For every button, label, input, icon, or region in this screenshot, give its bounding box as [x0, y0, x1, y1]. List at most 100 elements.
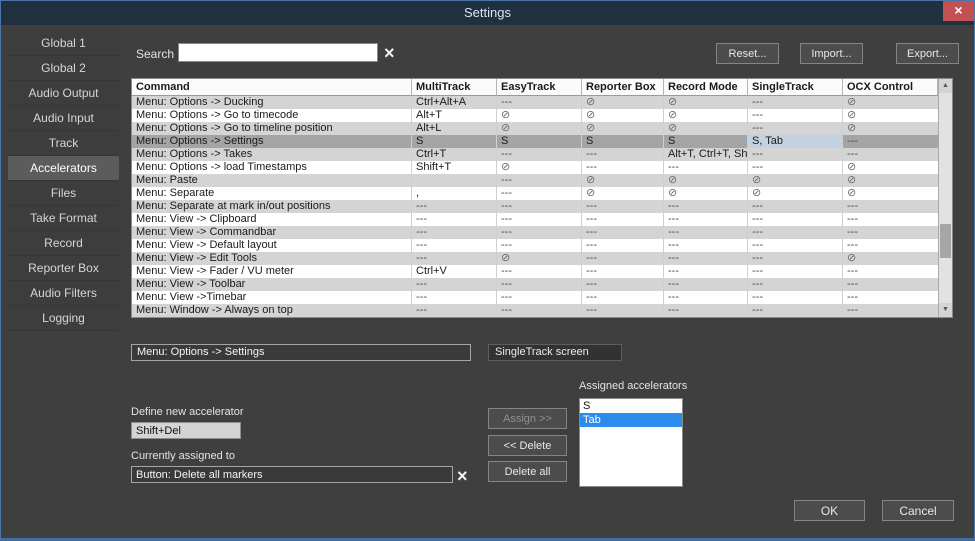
accelerator-cell[interactable]: ---	[412, 304, 497, 317]
assigned-accelerator-item[interactable]: Tab	[580, 413, 682, 427]
accelerator-cell[interactable]: S	[582, 135, 664, 148]
accelerator-cell[interactable]: ⊘	[582, 174, 664, 187]
reset-button[interactable]: Reset...	[716, 43, 779, 64]
delete-accelerator-button[interactable]: << Delete	[488, 435, 567, 456]
accelerator-cell[interactable]: ---	[843, 213, 938, 226]
command-cell[interactable]: Menu: View -> Toolbar	[132, 278, 412, 291]
accelerator-cell[interactable]: ⊘	[497, 109, 582, 122]
command-cell[interactable]: Menu: Options -> Go to timeline position	[132, 122, 412, 135]
accelerator-cell[interactable]: ---	[748, 122, 843, 135]
accelerator-cell[interactable]: Ctrl+V	[412, 265, 497, 278]
accelerator-cell[interactable]: ⊘	[497, 161, 582, 174]
accelerator-cell[interactable]: S, Tab	[748, 135, 843, 148]
accelerator-cell[interactable]: ---	[664, 252, 748, 265]
accelerator-cell[interactable]: ---	[748, 200, 843, 213]
accelerator-cell[interactable]: Alt+T, Ctrl+T, Shi	[664, 148, 748, 161]
accelerator-cell[interactable]: ---	[748, 96, 843, 109]
accelerator-cell[interactable]: ---	[748, 291, 843, 304]
accelerator-cell[interactable]: ---	[582, 148, 664, 161]
accelerator-cell[interactable]: ⊘	[748, 187, 843, 200]
accelerator-cell[interactable]: ⊘	[843, 252, 938, 265]
assigned-accelerator-item[interactable]: S	[580, 399, 682, 413]
accelerator-cell[interactable]: ---	[497, 278, 582, 291]
accelerator-cell[interactable]: ---	[748, 265, 843, 278]
accelerator-cell[interactable]: ---	[497, 174, 582, 187]
accelerator-cell[interactable]: ---	[582, 161, 664, 174]
command-cell[interactable]: Menu: Options -> Settings	[132, 135, 412, 148]
accelerator-cell[interactable]: ---	[497, 200, 582, 213]
accelerator-cell[interactable]: Alt+L	[412, 122, 497, 135]
command-cell[interactable]: Menu: Options -> load Timestamps	[132, 161, 412, 174]
table-row[interactable]: Menu: View -> Clipboard-----------------…	[132, 213, 938, 226]
accelerator-cell[interactable]: ⊘	[582, 96, 664, 109]
accelerator-cell[interactable]: ---	[664, 278, 748, 291]
accelerator-cell[interactable]: ---	[497, 291, 582, 304]
column-header-multitrack[interactable]: MultiTrack	[412, 79, 497, 96]
close-button[interactable]: ×	[943, 1, 974, 21]
table-row[interactable]: Menu: View -> Toolbar------------------	[132, 278, 938, 291]
column-header-singletrack[interactable]: SingleTrack	[748, 79, 843, 96]
accelerator-cell[interactable]: ⊘	[582, 122, 664, 135]
accelerator-cell[interactable]: ---	[843, 239, 938, 252]
accelerator-cell[interactable]: ---	[497, 265, 582, 278]
sidebar-item-audio-filters[interactable]: Audio Filters	[8, 281, 119, 306]
accelerator-cell[interactable]: ⊘	[843, 96, 938, 109]
table-row[interactable]: Menu: View -> Commandbar----------------…	[132, 226, 938, 239]
accelerator-cell[interactable]: ---	[497, 187, 582, 200]
command-cell[interactable]: Menu: View -> Clipboard	[132, 213, 412, 226]
column-header-ocx-control[interactable]: OCX Control	[843, 79, 938, 96]
sidebar-item-audio-output[interactable]: Audio Output	[8, 81, 119, 106]
accelerator-cell[interactable]: S	[412, 135, 497, 148]
accelerator-cell[interactable]: ---	[664, 200, 748, 213]
column-header-easytrack[interactable]: EasyTrack	[497, 79, 582, 96]
scroll-down-icon[interactable]: ▼	[939, 303, 952, 317]
table-row[interactable]: Menu: Separate,---⊘⊘⊘⊘	[132, 187, 938, 200]
accelerator-cell[interactable]: ---	[582, 213, 664, 226]
command-cell[interactable]: Menu: View -> Default layout	[132, 239, 412, 252]
ok-button[interactable]: OK	[794, 500, 865, 521]
command-cell[interactable]: Menu: View -> Fader / VU meter	[132, 265, 412, 278]
command-cell[interactable]: Menu: View ->Timebar	[132, 291, 412, 304]
accelerator-cell[interactable]: ---	[412, 239, 497, 252]
accelerator-cell[interactable]: ⊘	[664, 109, 748, 122]
command-cell[interactable]: Menu: Options -> Go to timecode	[132, 109, 412, 122]
accelerator-cell[interactable]: ---	[582, 291, 664, 304]
accelerator-cell[interactable]: ---	[582, 304, 664, 317]
table-row[interactable]: Menu: Separate at mark in/out positions-…	[132, 200, 938, 213]
table-row[interactable]: Menu: View ->Timebar------------------	[132, 291, 938, 304]
accelerator-cell[interactable]: ---	[412, 226, 497, 239]
accelerator-cell[interactable]: ---	[497, 239, 582, 252]
table-row[interactable]: Menu: Options -> Go to timeline position…	[132, 122, 938, 135]
accelerator-cell[interactable]: ---	[582, 252, 664, 265]
accelerator-cell[interactable]: ---	[843, 291, 938, 304]
accelerator-cell[interactable]: ⊘	[664, 187, 748, 200]
accelerator-cell[interactable]: ---	[748, 109, 843, 122]
accelerator-cell[interactable]: ---	[843, 226, 938, 239]
accelerator-cell[interactable]: ---	[843, 265, 938, 278]
table-row[interactable]: Menu: Options -> SettingsSSSSS, Tab---	[132, 135, 938, 148]
accelerator-cell[interactable]: ⊘	[843, 187, 938, 200]
command-cell[interactable]: Menu: Paste	[132, 174, 412, 187]
command-cell[interactable]: Menu: Options -> Takes	[132, 148, 412, 161]
accelerator-cell[interactable]: ---	[582, 226, 664, 239]
accelerator-cell[interactable]: ---	[748, 252, 843, 265]
accelerator-cell[interactable]: ---	[843, 304, 938, 317]
accelerator-cell[interactable]: ---	[748, 226, 843, 239]
scrollbar-thumb[interactable]	[940, 224, 951, 258]
accelerator-cell[interactable]: Ctrl+Alt+A	[412, 96, 497, 109]
command-cell[interactable]: Menu: Window -> Always on top	[132, 304, 412, 317]
accelerator-cell[interactable]: ---	[843, 148, 938, 161]
assign-button[interactable]: Assign >>	[488, 408, 567, 429]
command-cell[interactable]: Menu: View -> Edit Tools	[132, 252, 412, 265]
accelerator-cell[interactable]: ⊘	[664, 96, 748, 109]
currently-assigned-clear-icon[interactable]: ×	[457, 467, 468, 485]
sidebar-item-global-1[interactable]: Global 1	[8, 31, 119, 56]
accelerator-cell[interactable]: S	[497, 135, 582, 148]
table-row[interactable]: Menu: Options -> load TimestampsShift+T⊘…	[132, 161, 938, 174]
accelerator-cell[interactable]: ⊘	[664, 174, 748, 187]
accelerator-cell[interactable]: ⊘	[843, 161, 938, 174]
sidebar-item-audio-input[interactable]: Audio Input	[8, 106, 119, 131]
accelerator-cell[interactable]: ---	[664, 226, 748, 239]
table-row[interactable]: Menu: View -> Edit Tools---⊘---------⊘	[132, 252, 938, 265]
accelerator-cell[interactable]: ---	[843, 135, 938, 148]
